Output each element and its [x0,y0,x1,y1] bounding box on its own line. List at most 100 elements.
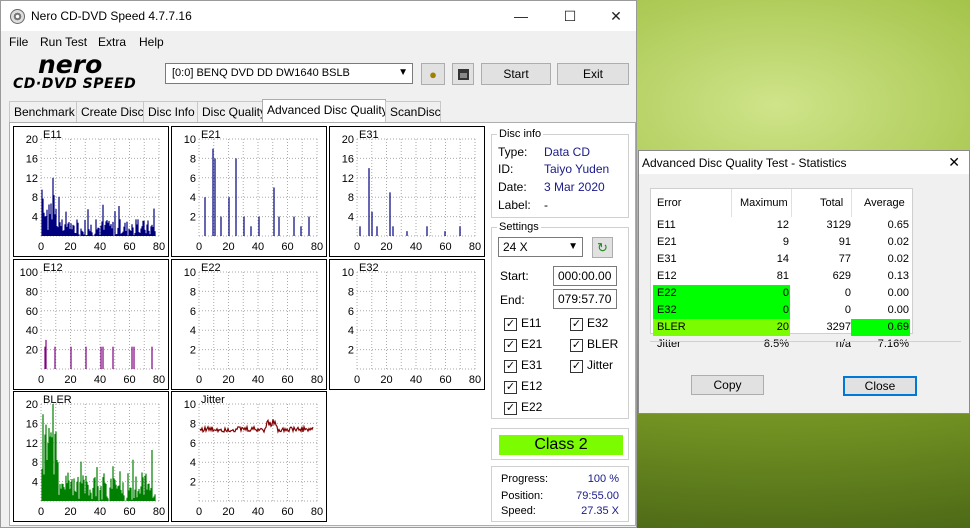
statistics-title-bar[interactable]: Advanced Disc Quality Test - Statistics … [639,151,969,174]
menu-help[interactable]: Help [139,35,164,49]
stats-row: BLER 20 3297 0.69 [651,319,914,336]
header-average: Average [864,197,905,209]
exit-button[interactable]: Exit [557,63,629,85]
y-tick-label: 20 [26,345,38,357]
stats-cell: 0.02 [887,236,909,248]
x-tick-label: 60 [281,506,293,518]
menu-file[interactable]: File [9,35,28,49]
close-icon[interactable]: ✕ [948,154,960,171]
header-maximum: Maximum [740,197,788,209]
position-value: 79:55.00 [576,490,619,502]
chart-e21: E21 10 8 6 4 2 0 20 40 60 80 [171,126,327,257]
checkbox-bler[interactable]: ✓ [570,339,583,352]
maximize-icon[interactable]: ☐ [547,1,593,31]
y-tick-label: 2 [190,345,196,357]
checkbox-e12[interactable]: ✓ [504,381,517,394]
tab-create-disc[interactable]: Create Disc [76,101,144,122]
stats-cell: 3129 [826,219,851,231]
close-icon[interactable]: ✕ [593,1,639,31]
speed-select[interactable]: 24 X ▼ [498,237,583,257]
drive-select[interactable]: [0:0] BENQ DVD DD DW1640 BSLB ▼ [165,63,413,84]
cd-dvd-speed-logo: CD·DVD SPEED [13,76,137,92]
chart-plot: 1086420 20 40 60 80 [184,134,323,253]
refresh-icon: ↻ [597,239,608,255]
x-tick-label: 60 [123,506,135,518]
x-tick-label: 80 [311,241,323,253]
menu-bar: File Run Test Extra Help [1,32,636,52]
y-tick-label: 8 [32,457,38,469]
stats-cell: 0.65 [887,219,909,231]
floppy-icon [457,68,469,80]
x-tick-label: 80 [469,374,481,386]
stats-cell: E12 [657,270,677,282]
x-tick-label: 60 [439,374,451,386]
stats-cell: 8.5% [763,338,789,350]
checkbox-jitter[interactable]: ✓ [570,360,583,373]
stats-row: Jitter 8.5% n/a 7.16% [651,336,914,353]
title-bar[interactable]: Nero CD-DVD Speed 4.7.7.16 — ☐ ✕ [1,1,636,31]
stats-row: E12 81 629 0.13 [651,268,914,285]
x-tick-label: 40 [252,506,264,518]
start-field[interactable]: 000:00.00 [553,266,617,286]
refresh-button[interactable]: ↻ [592,237,613,258]
x-tick-label: 0 [196,241,202,253]
checkbox-e11[interactable]: ✓ [504,318,517,331]
disc-info-button[interactable]: ● [421,63,445,85]
chart-plot: 1086420 20 40 60 80 [342,267,481,386]
tab-disc-info[interactable]: Disc Info [143,101,198,122]
checkbox-label: BLER [587,337,619,351]
stats-cell: 91 [838,236,851,248]
menu-extra[interactable]: Extra [98,35,126,49]
x-tick-label: 80 [311,506,323,518]
minimize-icon[interactable]: — [498,1,544,31]
app-disc-icon [10,9,25,24]
end-field[interactable]: 079:57.70 [553,289,617,309]
stats-cell: 0.13 [887,270,909,282]
close-button[interactable]: Close [843,376,917,396]
y-tick-label: 40 [26,325,38,337]
chart-e22: E22 10 8 6 4 2 0 20 40 60 80 [171,259,327,390]
class-box: Class 2 [491,428,629,460]
start-button[interactable]: Start [481,63,551,85]
y-tick-label: 80 [26,286,38,298]
checkbox-e22[interactable]: ✓ [504,402,517,415]
x-tick-label: 80 [153,506,165,518]
checkbox-e32[interactable]: ✓ [570,318,583,331]
chart-plot: 201612840 20 40 60 80 [342,134,481,253]
main-window: Nero CD-DVD Speed 4.7.7.16 — ☐ ✕ File Ru… [0,0,637,528]
checkbox-e21[interactable]: ✓ [504,339,517,352]
chart-e31: E31 20 16 12 8 4 0 20 40 60 80 [329,126,485,257]
stats-cell: 629 [832,270,851,282]
x-tick-label: 60 [123,374,135,386]
chart-jitter: Jitter 10 8 6 4 2 0 20 40 60 80 [171,391,327,522]
x-tick-label: 0 [354,374,360,386]
y-tick-label: 4 [190,192,196,204]
y-tick-label: 10 [184,399,196,411]
x-tick-label: 20 [380,374,392,386]
tab-advanced-disc-quality[interactable]: Advanced Disc Quality [262,99,388,122]
checkbox-label: Jitter [587,358,614,372]
checkbox-e31[interactable]: ✓ [504,360,517,373]
chart-e32: E32 10 8 6 4 2 0 20 40 60 80 [329,259,485,390]
y-tick-label: 8 [32,192,38,204]
stats-row: E22 0 0 0.00 [651,285,914,302]
x-tick-label: 80 [153,241,165,253]
x-tick-label: 20 [64,374,76,386]
save-button[interactable] [452,63,474,85]
x-tick-label: 0 [38,374,44,386]
chart-plot: 1086420 20 40 60 80 [184,267,323,386]
stats-cell: 77 [838,253,851,265]
stats-cell: 0 [782,287,789,299]
disc-stack-icon: ● [429,66,437,82]
x-tick-label: 40 [94,374,106,386]
copy-button[interactable]: Copy [691,375,764,395]
speed-label: Speed: [501,505,536,517]
stats-cell: E11 [657,219,676,231]
tab-scandisc[interactable]: ScanDisc [385,101,441,122]
menu-run-test[interactable]: Run Test [40,35,87,49]
tab-disc-quality[interactable]: Disc Quality [197,101,266,122]
class-result: Class 2 [499,435,623,455]
y-tick-label: 4 [190,325,196,337]
x-tick-label: 20 [64,506,76,518]
tab-benchmark[interactable]: Benchmark [9,101,77,122]
